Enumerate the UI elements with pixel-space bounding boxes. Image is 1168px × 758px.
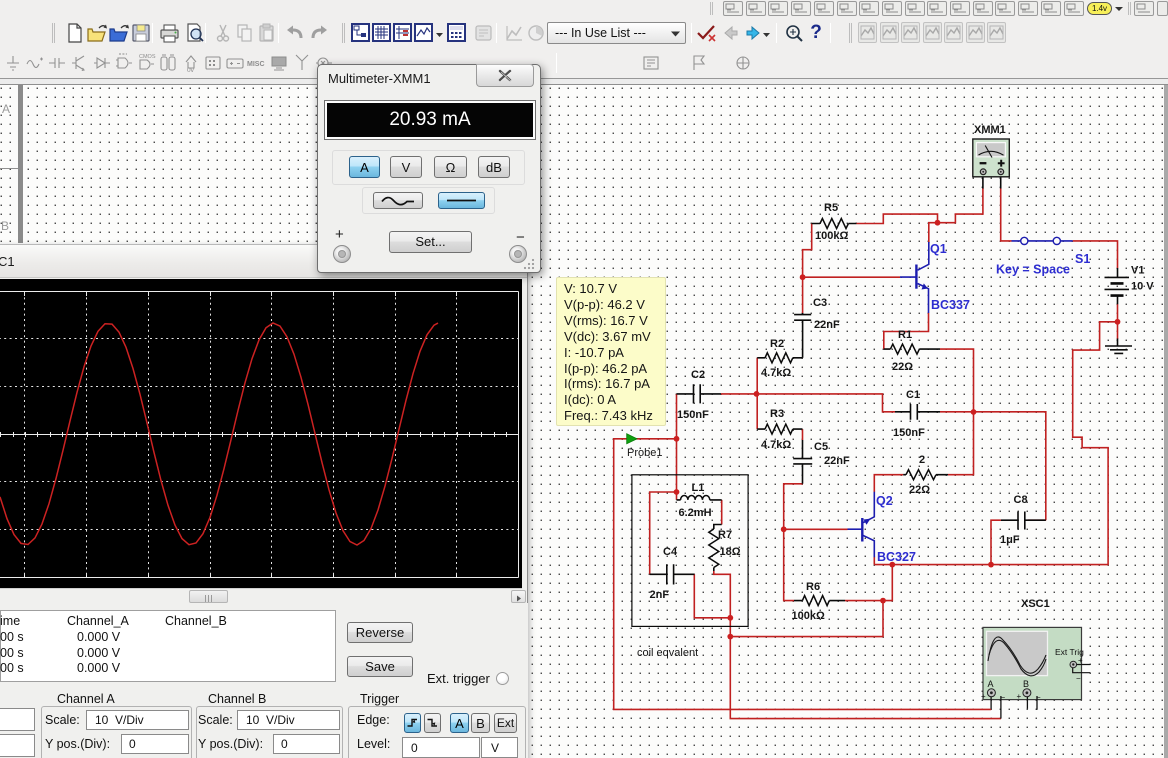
svg-text:100kΩ: 100kΩ [815,230,848,242]
svg-text:XSC1: XSC1 [1021,598,1050,610]
svg-text:Probe1: Probe1 [627,447,662,459]
svg-text:V1: V1 [1131,265,1144,277]
svg-text:R6: R6 [806,581,820,593]
svg-text:R7: R7 [718,529,732,541]
svg-text:C4: C4 [663,546,678,558]
svg-text:S1: S1 [1075,252,1090,266]
svg-text:R5: R5 [824,202,838,214]
svg-text:150nF: 150nF [677,409,709,421]
svg-text:L1: L1 [692,482,705,494]
svg-text:B: B [1023,679,1029,689]
svg-text:Q1: Q1 [930,242,947,256]
svg-text:100kΩ: 100kΩ [792,610,825,622]
svg-text:6.2mH: 6.2mH [679,507,712,519]
svg-text:Q2: Q2 [876,494,893,508]
svg-text:22Ω: 22Ω [909,484,930,496]
svg-text:1μF: 1μF [1000,534,1020,546]
svg-text:150nF: 150nF [893,427,925,439]
svg-text:22nF: 22nF [814,319,840,331]
svg-text:BC337: BC337 [931,298,970,312]
svg-text:−: − [1076,674,1081,683]
svg-text:coil eqvalent: coil eqvalent [637,647,698,659]
svg-text:22nF: 22nF [824,455,850,467]
svg-text:10 V: 10 V [1131,281,1154,293]
svg-text:+: + [1017,692,1022,701]
svg-text:C1: C1 [906,389,920,401]
svg-text:C2: C2 [691,369,705,381]
svg-text:C5: C5 [814,441,828,453]
svg-text:+: + [1078,656,1083,665]
svg-text:22Ω: 22Ω [892,361,913,373]
svg-text:2nF: 2nF [650,589,670,601]
svg-text:+: + [981,692,986,701]
svg-text:18Ω: 18Ω [720,546,741,558]
svg-text:2: 2 [919,454,925,466]
svg-text:R2: R2 [770,338,784,350]
svg-text:XMM1: XMM1 [974,124,1006,136]
svg-text:4.7kΩ: 4.7kΩ [761,439,791,451]
svg-text:C3: C3 [813,297,827,309]
svg-text:C8: C8 [1014,494,1028,506]
svg-text:A: A [988,679,994,689]
svg-text:4.7kΩ: 4.7kΩ [761,367,791,379]
svg-text:R3: R3 [770,408,784,420]
svg-text:R1: R1 [898,329,912,341]
svg-text:Key = Space: Key = Space [996,263,1070,277]
svg-text:BC327: BC327 [877,550,916,564]
